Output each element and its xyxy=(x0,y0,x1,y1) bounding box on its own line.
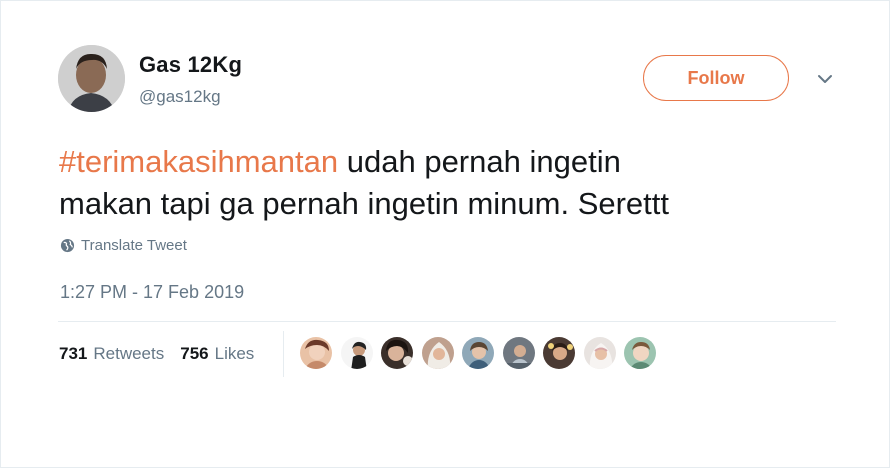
liker-avatar[interactable] xyxy=(461,336,495,370)
globe-icon xyxy=(60,238,75,253)
translate-tweet-link[interactable]: Translate Tweet xyxy=(60,237,187,254)
user-handle[interactable]: @gas12kg xyxy=(139,87,221,107)
likes-count[interactable]: 756 xyxy=(180,344,208,364)
liker-avatar[interactable] xyxy=(542,336,576,370)
chevron-down-icon[interactable] xyxy=(813,69,837,89)
tweet-text: #terimakasihmantan udah pernah ingetin m… xyxy=(59,141,859,225)
liker-avatar[interactable] xyxy=(623,336,657,370)
retweets-count[interactable]: 731 xyxy=(59,344,87,364)
divider xyxy=(58,321,836,322)
liker-avatar[interactable] xyxy=(420,336,455,370)
display-name[interactable]: Gas 12Kg xyxy=(139,52,242,78)
translate-label: Translate Tweet xyxy=(81,237,187,254)
follow-button[interactable]: Follow xyxy=(643,55,789,101)
hashtag-link[interactable]: #terimakasihmantan xyxy=(59,144,338,179)
liker-avatars xyxy=(299,336,664,370)
avatar[interactable] xyxy=(58,45,125,112)
liker-avatar[interactable] xyxy=(501,336,536,370)
tweet-card: Gas 12Kg @gas12kg Follow #terimakasihman… xyxy=(0,0,890,468)
likes-label[interactable]: Likes xyxy=(215,344,255,364)
liker-avatar[interactable] xyxy=(582,336,617,370)
tweet-stats: 731 Retweets 756 Likes xyxy=(59,344,254,364)
retweets-label[interactable]: Retweets xyxy=(93,344,164,364)
tweet-text-line2: makan tapi ga pernah ingetin minum. Sere… xyxy=(59,186,670,221)
tweet-text-line1: udah pernah ingetin xyxy=(338,144,621,179)
liker-avatar[interactable] xyxy=(339,336,374,370)
liker-avatar[interactable] xyxy=(380,336,414,370)
liker-avatar[interactable] xyxy=(299,336,333,370)
timestamp[interactable]: 1:27 PM - 17 Feb 2019 xyxy=(60,282,244,303)
stats-separator xyxy=(283,331,284,377)
